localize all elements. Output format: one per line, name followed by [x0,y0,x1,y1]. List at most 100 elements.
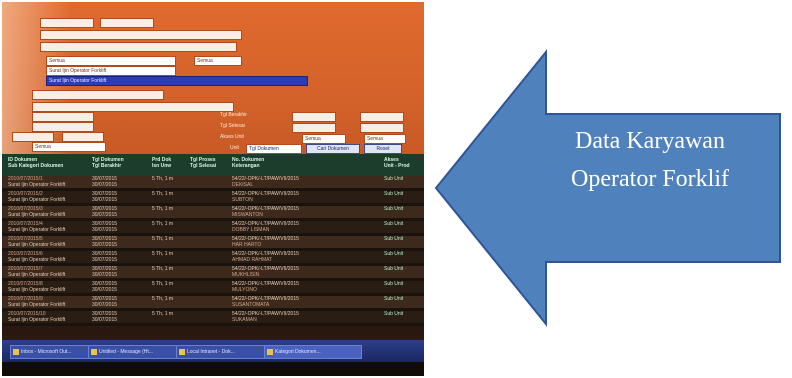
reset-button[interactable]: Reset [364,144,402,154]
cell-tgl-berakhir: 30/07/2015 [92,197,118,203]
cell-sub-category: Surat Ijin Operator Forklift [8,227,66,233]
app-icon [267,349,273,355]
cell-periode: 5 Th, 1 m [152,206,174,212]
table-row[interactable]: 2010/07/2015/9 Surat Ijin Operator Forkli… [2,296,424,308]
col-header-akses[interactable]: Akses Unit - Prod [384,157,410,169]
filter-form-panel: Semua Semua Surat Ijin Operator Forklift… [2,2,424,154]
taskbar-item[interactable]: Local Intranet - Dok... [176,345,268,359]
callout-line-1: Data Karyawan [575,128,725,154]
tgl-dok-to[interactable] [32,122,94,132]
cell-periode: 5 Th, 1 m [152,221,174,227]
document-grid: 2010/07/2015/1 Surat Ijin Operator Forkli… [2,176,424,326]
akses-unit-select[interactable]: Semua [302,134,346,144]
table-row[interactable]: 2010/07/2015/5 Surat Ijin Operator Forkli… [2,236,424,248]
grid-footer [2,326,424,336]
taskbar-item[interactable]: Untitled - Message (Ht... [88,345,180,359]
cell-tgl-berakhir: 30/07/2015 [92,317,118,323]
akses-select[interactable]: Semua [32,142,106,152]
label-tgl-selesai: Tgl Selesai [220,123,245,129]
col-header-proses[interactable]: Tgl Proses Tgl Selesai [190,157,216,169]
callout-text: Data Karyawan Operator Forklif [526,122,774,198]
cell-keterangan: MUKHLISIN [232,272,260,278]
taskbar-item[interactable]: Inbox - Microsoft Out... [10,345,92,359]
cell-unit: Sub Unit [384,206,404,212]
cell-tgl-berakhir: 30/07/2015 [92,227,118,233]
cell-tgl-berakhir: 30/07/2015 [92,257,118,263]
cell-keterangan: DEKISAL [232,182,254,188]
tgl-berakhir-to[interactable] [360,112,404,122]
cell-tgl-berakhir: 30/07/2015 [92,182,118,188]
table-row[interactable]: 2010/07/2015/10 Surat Ijin Operator Forkl… [2,311,424,323]
id-field-2[interactable] [100,18,154,28]
table-row[interactable]: 2010/07/2015/8 Surat Ijin Operator Forkli… [2,281,424,293]
taskbar-item-label: Kategori Dokumen... [275,349,321,355]
taskbar-item-label: Local Intranet - Dok... [187,349,235,355]
akses-select-value: Semua [35,144,51,150]
sort-select-value: Tgl Dokumen [249,146,279,152]
col-header-no[interactable]: No. Dokumen Keterangan [232,157,264,169]
screen-photo: Semua Semua Surat Ijin Operator Forklift… [2,2,424,376]
cell-sub-category: Surat Ijin Operator Forklift [8,287,66,293]
sort-select[interactable]: Tgl Dokumen [246,144,302,154]
monitor-bezel [2,362,424,376]
tgl-dok-from[interactable] [32,112,94,122]
table-row[interactable]: 2010/07/2015/1 Surat Ijin Operator Forkli… [2,176,424,188]
cell-keterangan: SUSANTOMATA [232,302,270,308]
cell-sub-category: Surat Ijin Operator Forklift [8,197,66,203]
cell-unit: Sub Unit [384,191,404,197]
cell-tgl-berakhir: 30/07/2015 [92,272,118,278]
sub-category-select[interactable]: Surat Ijin Operator Forklift [46,76,308,86]
cell-sub-category: Surat Ijin Operator Forklift [8,257,66,263]
label-unit: Unit [230,145,239,151]
doc-type-select[interactable]: Surat Ijin Operator Forklift [46,66,176,76]
nik-field[interactable] [40,42,237,52]
app-icon [91,349,97,355]
cell-tgl-berakhir: 30/07/2015 [92,242,118,248]
status-select[interactable]: Semua [194,56,242,66]
cell-keterangan: HAR HARTO [232,242,262,248]
cell-keterangan: SUBTON [232,197,253,203]
lokasi-field[interactable] [32,102,234,112]
callout-line-2: Operator Forklif [571,166,729,192]
category-select[interactable]: Semua [46,56,176,66]
cell-tgl-berakhir: 30/07/2015 [92,287,118,293]
search-button[interactable]: Cari Dokumen [306,144,360,154]
taskbar-item-active[interactable]: Kategori Dokumen... [264,345,362,359]
cell-unit: Sub Unit [384,236,404,242]
table-row[interactable]: 2010/07/2015/6 Surat Ijin Operator Forkli… [2,251,424,263]
cell-unit: Sub Unit [384,266,404,272]
sub-category-select-value: Surat Ijin Operator Forklift [49,78,107,84]
nama-field[interactable] [40,30,242,40]
cell-unit: Sub Unit [384,176,404,182]
prod-select[interactable]: Semua [364,134,406,144]
bulan-field[interactable] [62,132,104,142]
cell-tgl-berakhir: 30/07/2015 [92,212,118,218]
taskbar-item-label: Untitled - Message (Ht... [99,349,153,355]
tgl-berakhir-from[interactable] [292,112,336,122]
tgl-selesai-from[interactable] [292,123,336,133]
table-row[interactable]: 2010/07/2015/3 Surat Ijin Operator Forkli… [2,206,424,218]
table-row[interactable]: 2010/07/2015/4 Surat Ijin Operator Forkli… [2,221,424,233]
cell-keterangan: MISWANTON [232,212,263,218]
unit-field[interactable] [32,90,164,100]
grid-header: ID Dokumen Sub Kategori Dokumen Tgl Dokum… [2,154,424,176]
col-header-prd[interactable]: Prd Dok Isn Unw [152,157,171,169]
id-field[interactable] [40,18,94,28]
cell-periode: 5 Th, 1 m [152,191,174,197]
cell-unit: Sub Unit [384,311,404,317]
table-row[interactable]: 2010/07/2015/2 Surat Ijin Operator Forkli… [2,191,424,203]
col-header-date[interactable]: Tgl Dokumen Tgl Berakhir [92,157,124,169]
taskbar: Inbox - Microsoft Out... Untitled - Mess… [2,340,424,362]
cell-keterangan: DOBBY LISMAN [232,227,270,233]
cell-sub-category: Surat Ijin Operator Forklift [8,272,66,278]
cell-periode: 5 Th, 1 m [152,281,174,287]
prod-select-value: Semua [367,136,383,142]
table-row[interactable]: 2010/07/2015/7 Surat Ijin Operator Forkli… [2,266,424,278]
cell-unit: Sub Unit [384,296,404,302]
tahun-field[interactable] [12,132,54,142]
tgl-selesai-to[interactable] [360,123,404,133]
col-header-id[interactable]: ID Dokumen Sub Kategori Dokumen [8,157,63,169]
app-icon [179,349,185,355]
cell-periode: 5 Th, 1 m [152,176,174,182]
cell-keterangan: AHMAD RAHMAT [232,257,273,263]
